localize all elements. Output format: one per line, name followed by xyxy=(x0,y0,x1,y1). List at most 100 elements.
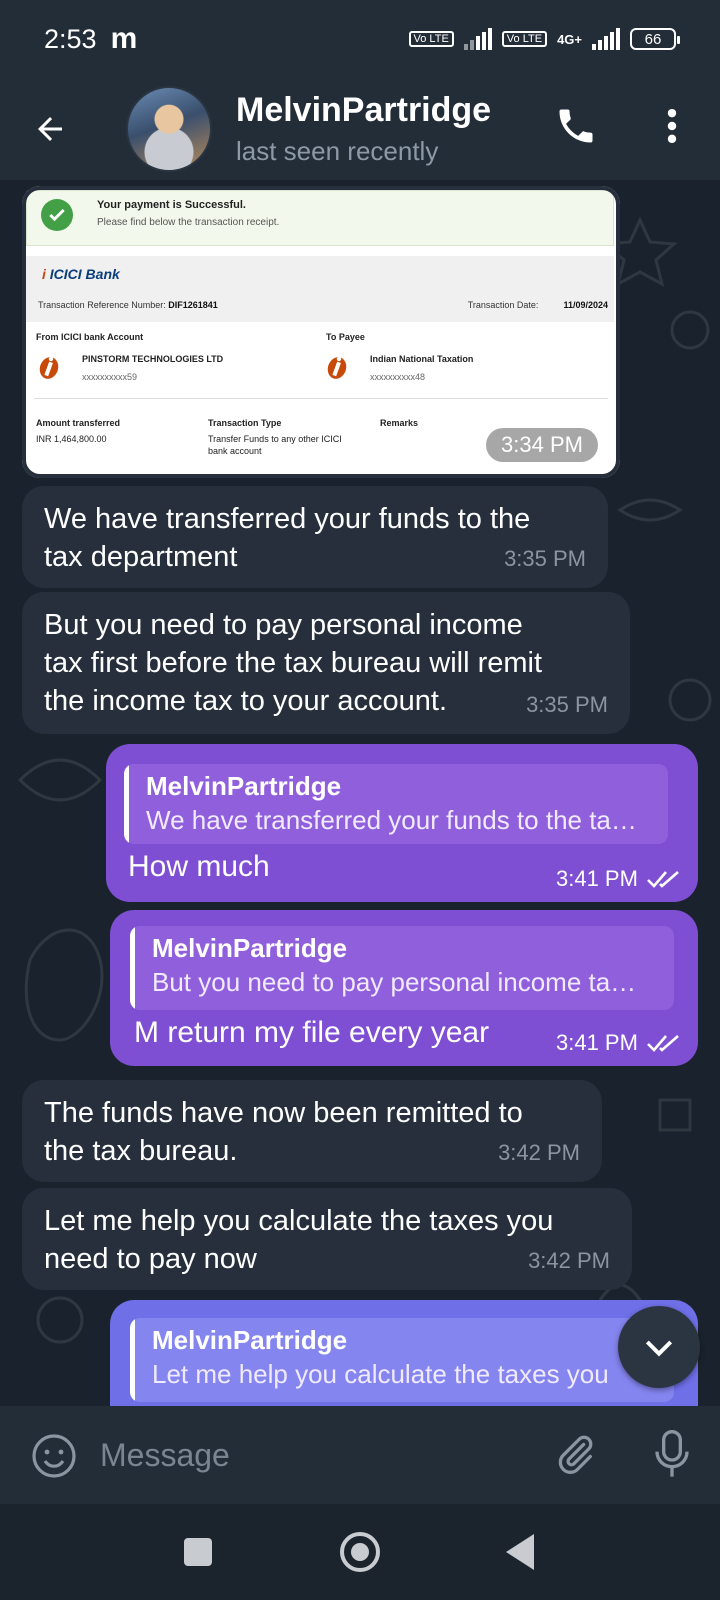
peer-name: MelvinPartridge xyxy=(236,91,492,129)
system-back-button[interactable] xyxy=(506,1534,534,1570)
outgoing-message[interactable]: MelvinPartridge Let me help you calculat… xyxy=(110,1300,698,1406)
sim1-volte-badge: Vo LTE xyxy=(408,31,454,47)
transaction-ref: Transaction Reference Number: DIF1261841 xyxy=(38,300,218,310)
chevron-down-icon xyxy=(645,1340,673,1357)
reply-author: MelvinPartridge xyxy=(152,1325,348,1355)
reply-text: We have transferred your funds to the ta… xyxy=(146,805,637,835)
message-status: 3:41 PM xyxy=(556,866,680,892)
reply-quote[interactable]: MelvinPartridge Let me help you calculat… xyxy=(130,1318,674,1402)
peer-info[interactable]: MelvinPartridge last seen recently xyxy=(236,91,491,167)
to-account: xxxxxxxxxx48 xyxy=(370,372,426,382)
double-check-icon xyxy=(647,1035,679,1052)
network-type-label: 4G+ xyxy=(557,31,582,47)
sim2-signal-icon xyxy=(592,28,620,50)
message-text-line: Let me help you calculate the taxes you xyxy=(44,1205,554,1237)
icici-logo-icon xyxy=(39,356,59,379)
arrow-left-icon xyxy=(38,117,62,141)
phone-icon xyxy=(559,109,593,143)
icici-logo-icon xyxy=(327,356,347,379)
message-input[interactable] xyxy=(100,1428,520,1482)
receipt-divider xyxy=(34,398,608,399)
voice-record-button[interactable] xyxy=(652,1428,692,1487)
battery-icon: 66 xyxy=(630,28,680,50)
incoming-message[interactable]: We have transferred your funds to the ta… xyxy=(22,486,608,588)
incoming-message[interactable]: Let me help you calculate the taxes you … xyxy=(22,1188,632,1290)
outgoing-message[interactable]: MelvinPartridge But you need to pay pers… xyxy=(110,910,698,1066)
from-label: From ICICI bank Account xyxy=(36,332,144,342)
reply-text: But you need to pay personal income ta… xyxy=(152,967,637,997)
message-time: 3:35 PM xyxy=(504,546,586,571)
system-navigation-bar xyxy=(0,1504,720,1600)
outgoing-message[interactable]: MelvinPartridge We have transferred your… xyxy=(106,744,698,902)
message-text-line: But you need to pay personal income xyxy=(44,609,523,641)
from-account: xxxxxxxxxx59 xyxy=(82,372,138,382)
date-label: Transaction Date: xyxy=(467,300,539,310)
message-status: 3:41 PM xyxy=(556,1030,680,1056)
more-vertical-icon xyxy=(667,108,677,144)
message-text-line: the income tax to your account. xyxy=(44,685,447,717)
receipt-header-band: i ICICI Bank Transaction Reference Numbe… xyxy=(26,256,614,322)
message-composer xyxy=(0,1406,720,1504)
scroll-to-bottom-button[interactable] xyxy=(618,1306,700,1388)
to-label: To Payee xyxy=(326,332,365,342)
paperclip-icon xyxy=(558,1435,593,1474)
ref-value: DIF1261841 xyxy=(168,300,218,310)
chat-messages-area[interactable]: Your payment is Successful. Please find … xyxy=(0,180,720,1406)
reply-quote[interactable]: MelvinPartridge But you need to pay pers… xyxy=(130,926,674,1010)
attach-button[interactable] xyxy=(552,1432,598,1483)
double-check-icon xyxy=(647,871,679,888)
type-value-line1: Transfer Funds to any other ICICI xyxy=(208,434,342,444)
receipt-success-banner: Your payment is Successful. Please find … xyxy=(26,190,614,246)
message-text: M return my file every year xyxy=(134,1016,490,1049)
transaction-date: Transaction Date: 11/09/2024 xyxy=(468,300,608,310)
more-options-button[interactable] xyxy=(656,104,688,153)
sim2-volte-badge: Vo LTE xyxy=(501,31,548,47)
message-time: 3:42 PM xyxy=(528,1248,610,1273)
sim1-signal-icon xyxy=(463,28,492,50)
message-text: How much xyxy=(128,850,270,883)
type-label: Transaction Type xyxy=(208,418,282,428)
call-button[interactable] xyxy=(554,104,598,153)
home-button[interactable] xyxy=(340,1532,380,1572)
status-time: 2:53 xyxy=(44,23,97,54)
check-icon xyxy=(41,199,73,231)
status-bar: 2:53 m Vo LTE Vo LTE 4G+ 66 xyxy=(0,0,720,78)
emoji-button[interactable] xyxy=(30,1432,78,1485)
receipt-subtitle: Please find below the transaction receip… xyxy=(97,217,280,228)
message-time: 3:42 PM xyxy=(498,1140,580,1165)
peer-status: last seen recently xyxy=(236,136,439,166)
back-button[interactable] xyxy=(0,78,100,180)
incoming-message[interactable]: The funds have now been remitted to the … xyxy=(22,1080,602,1182)
microphone-icon xyxy=(655,1430,689,1477)
remarks-label: Remarks xyxy=(380,418,419,428)
icici-logo: i ICICI Bank xyxy=(42,266,120,282)
reply-quote[interactable]: MelvinPartridge We have transferred your… xyxy=(124,764,668,844)
type-value-line2: bank account xyxy=(208,446,262,456)
date-value: 11/09/2024 xyxy=(563,300,608,310)
message-text-line: tax first before the tax bureau will rem… xyxy=(44,647,543,679)
app-notification-indicator: m xyxy=(110,22,138,55)
chat-header: MelvinPartridge last seen recently xyxy=(0,78,720,180)
incoming-message[interactable]: But you need to pay personal income tax … xyxy=(22,592,630,734)
message-time: 3:41 PM xyxy=(556,1030,638,1055)
message-time: 3:41 PM xyxy=(556,866,638,891)
message-time: 3:35 PM xyxy=(526,692,608,717)
recent-apps-button[interactable] xyxy=(184,1538,212,1566)
message-text-line: We have transferred your funds to the xyxy=(44,503,531,535)
ref-label: Transaction Reference Number: xyxy=(38,300,166,310)
status-icons: Vo LTE Vo LTE 4G+ 66 xyxy=(408,28,680,50)
to-name: Indian National Taxation xyxy=(370,354,474,364)
receipt-title: Your payment is Successful. xyxy=(97,199,246,211)
amount-label: Amount transferred xyxy=(36,418,121,428)
message-text-line: The funds have now been remitted to xyxy=(44,1097,523,1129)
message-time: 3:34 PM xyxy=(486,428,598,462)
reply-text: Let me help you calculate the taxes you xyxy=(152,1359,609,1389)
message-text-line: need to pay now xyxy=(44,1243,257,1275)
bank-name: ICICI Bank xyxy=(49,266,120,282)
receipt-image-message[interactable]: Your payment is Successful. Please find … xyxy=(22,186,620,478)
smiley-icon xyxy=(32,1434,76,1478)
reply-author: MelvinPartridge xyxy=(152,933,348,963)
reply-author: MelvinPartridge xyxy=(146,771,342,801)
from-name: PINSTORM TECHNOLOGIES LTD xyxy=(82,354,224,364)
avatar[interactable] xyxy=(126,86,212,172)
